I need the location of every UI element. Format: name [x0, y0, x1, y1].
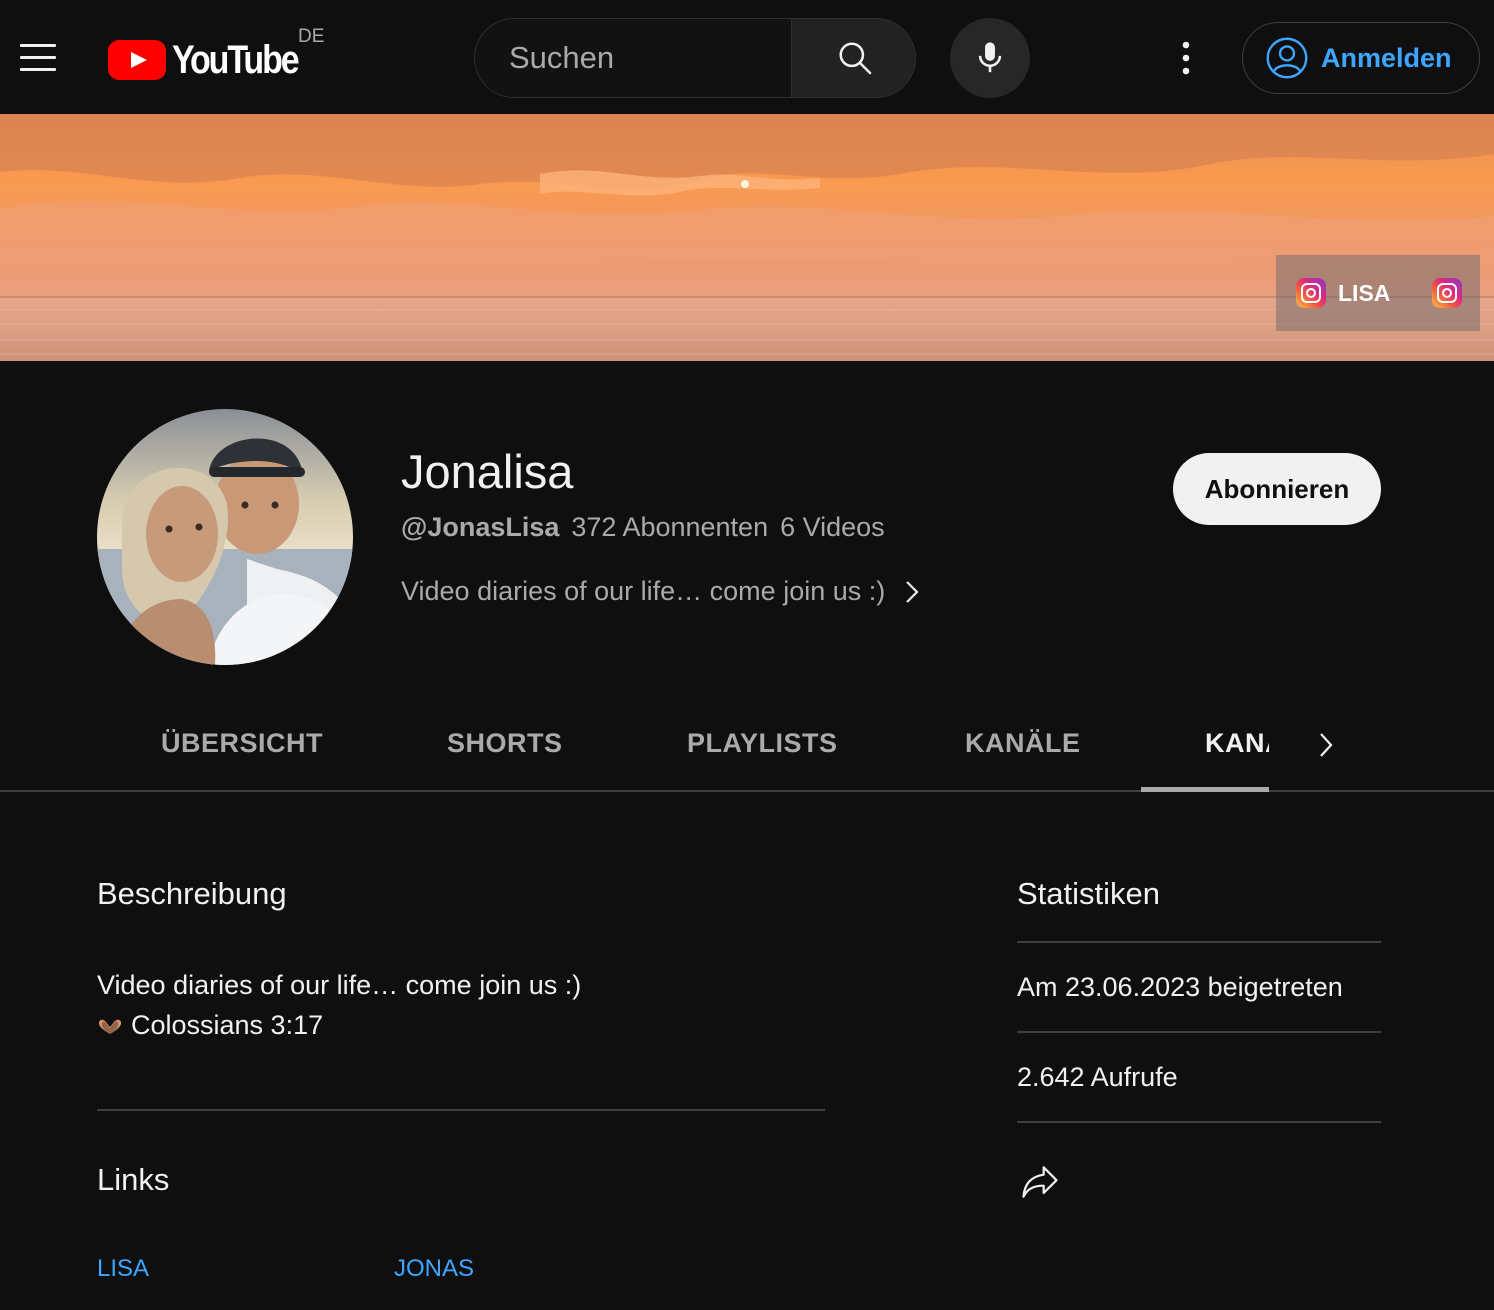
tab-overview[interactable]: ÜBERSICHT	[161, 728, 323, 759]
instagram-icon[interactable]	[1432, 278, 1463, 308]
description-line-1: Video diaries of our life… come join us …	[97, 970, 582, 1000]
chevron-right-icon	[1320, 733, 1333, 757]
couple-photo	[97, 409, 353, 665]
subscriber-count: 372 Abonnenten	[571, 512, 769, 542]
sign-in-label: Anmelden	[1321, 42, 1452, 73]
menu-icon[interactable]	[18, 40, 58, 74]
description-heading: Beschreibung	[97, 876, 287, 911]
statistics-divider	[1017, 1031, 1381, 1033]
heart-hands-icon	[98, 1019, 122, 1034]
channel-meta: @JonasLisa 372 Abonnenten 6 Videos	[401, 512, 885, 543]
tab-about[interactable]: KANALINFO	[1205, 728, 1269, 759]
microphone-icon	[978, 42, 1002, 73]
search-button[interactable]	[791, 19, 915, 97]
more-vert-icon	[1182, 41, 1190, 75]
banner-link-lisa[interactable]: LISA	[1338, 280, 1390, 307]
link-jonas[interactable]: JONAS	[394, 1255, 474, 1283]
channel-tagline[interactable]: Video diaries of our life… come join us …	[401, 576, 921, 607]
youtube-play-icon	[108, 40, 166, 80]
youtube-logo[interactable]: YouTube DE	[108, 26, 338, 86]
region-code: DE	[298, 26, 325, 47]
voice-search-button[interactable]	[950, 18, 1030, 98]
logo-text: YouTube	[172, 38, 300, 82]
tagline-text: Video diaries of our life… come join us …	[401, 576, 886, 606]
description-divider	[97, 1109, 825, 1111]
sign-in-button[interactable]: Anmelden	[1242, 22, 1480, 94]
more-options-button[interactable]	[1164, 36, 1208, 80]
tab-channels[interactable]: KANÄLE	[965, 728, 1081, 759]
search-box	[474, 18, 916, 98]
joined-date: Am 23.06.2023 beigetreten	[1017, 972, 1343, 1002]
channel-banner	[0, 114, 1494, 361]
active-tab-indicator	[1141, 787, 1269, 792]
share-icon	[1022, 1166, 1058, 1198]
description-line-2-text: Colossians 3:17	[131, 1010, 324, 1040]
statistics-divider	[1017, 1121, 1381, 1123]
video-count: 6 Videos	[780, 512, 885, 542]
instagram-icon[interactable]	[1296, 278, 1326, 308]
link-lisa[interactable]: LISA	[97, 1255, 149, 1283]
sunset-sea-image	[0, 114, 1494, 361]
channel-tabs: ÜBERSICHT SHORTS PLAYLISTS KANÄLE KANALI…	[0, 700, 1494, 792]
statistics-divider	[1017, 941, 1381, 943]
links-heading: Links	[97, 1162, 170, 1197]
channel-name: Jonalisa	[401, 445, 574, 498]
tabs-scroll-next-button[interactable]	[1306, 722, 1346, 768]
account-circle-icon	[1266, 37, 1308, 79]
description-line-2: Colossians 3:17	[97, 1010, 323, 1041]
banner-links: LISA	[1276, 255, 1480, 331]
search-icon	[839, 42, 872, 75]
masthead: YouTube DE Anmelden	[0, 0, 1494, 114]
tab-playlists[interactable]: PLAYLISTS	[687, 728, 838, 759]
statistics-heading: Statistiken	[1017, 876, 1161, 911]
share-button[interactable]	[1017, 1160, 1063, 1204]
view-count: 2.642 Aufrufe	[1017, 1062, 1178, 1092]
channel-avatar[interactable]	[97, 409, 353, 665]
search-input[interactable]	[475, 19, 791, 97]
channel-handle: @JonasLisa	[401, 512, 560, 542]
chevron-right-icon	[906, 580, 919, 603]
tab-shorts[interactable]: SHORTS	[447, 728, 563, 759]
subscribe-button[interactable]: Abonnieren	[1173, 453, 1381, 525]
